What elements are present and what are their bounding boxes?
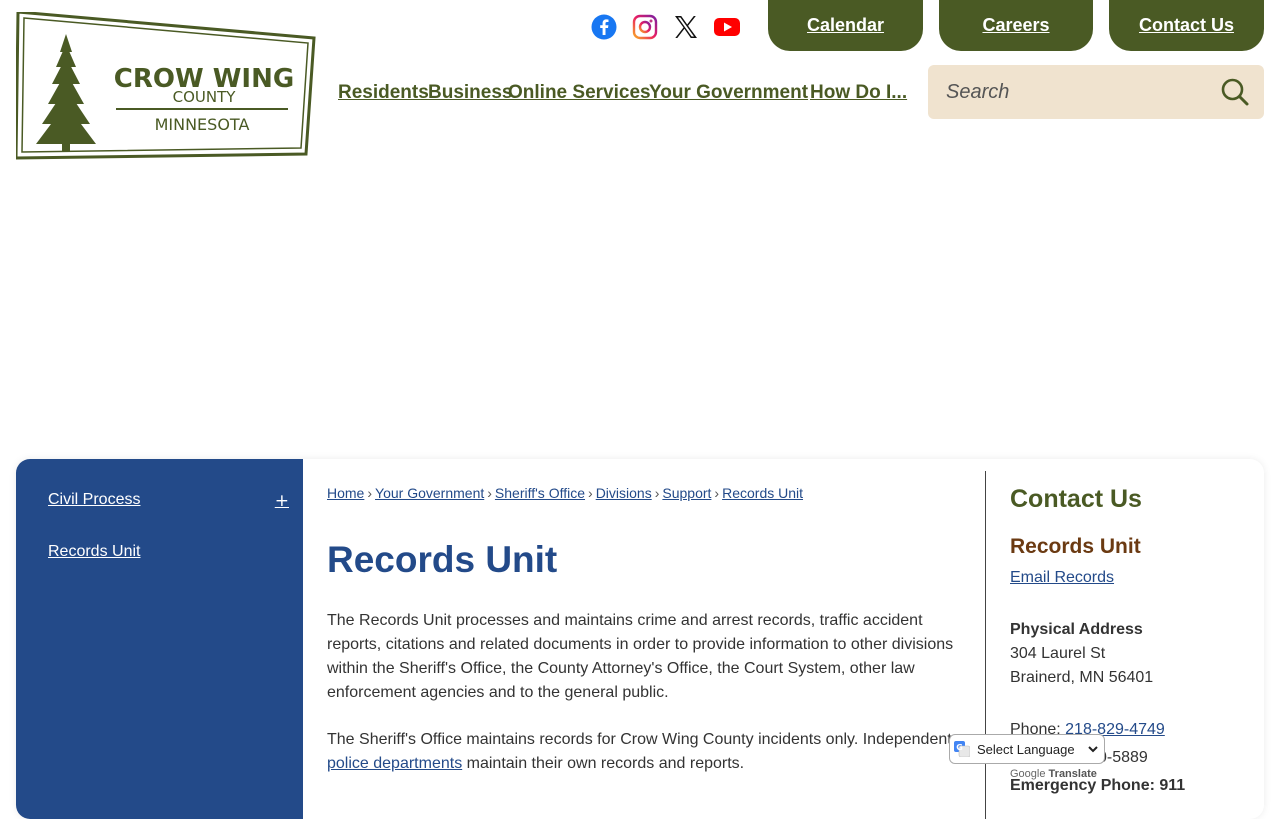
nav-residents[interactable]: Residents <box>338 82 429 104</box>
nav-business[interactable]: Business <box>428 82 512 104</box>
sidebar-item-civil-process[interactable]: Civil Process <box>48 491 140 509</box>
breadcrumb-separator: › <box>654 485 660 501</box>
sidebar-item-records-unit[interactable]: Records Unit <box>48 543 140 561</box>
intro-paragraph: The Records Unit processes and maintains… <box>327 612 954 701</box>
google-translate-icon: G <box>954 741 970 757</box>
address-line1: 304 Laurel St <box>1010 645 1106 662</box>
search-box <box>928 65 1264 119</box>
address-label: Physical Address <box>1010 621 1143 638</box>
county-logo[interactable]: CROW WING COUNTY MINNESOTA <box>14 10 316 162</box>
powered-by-google: Google Translate <box>1010 768 1097 780</box>
fax-line: 0-5889 <box>1098 749 1148 766</box>
language-select[interactable]: Select Language <box>973 740 1101 758</box>
contact-title: Contact Us <box>1010 485 1142 513</box>
translate-wordmark: Translate <box>1048 768 1097 780</box>
x-icon[interactable] <box>671 12 701 42</box>
records-paragraph-text-end: maintain their own records and reports. <box>462 755 745 772</box>
contact-unit-title: Records Unit <box>1010 535 1141 558</box>
search-icon <box>1221 78 1249 106</box>
county-logo-graphic: CROW WING COUNTY MINNESOTA <box>14 10 316 160</box>
translate-widget: G Select Language <box>949 734 1105 764</box>
breadcrumb-your-government[interactable]: Your Government <box>375 485 484 501</box>
nav-your-government[interactable]: Your Government <box>649 82 808 104</box>
site-header: CROW WING COUNTY MINNESOTA Calendar Care… <box>0 0 1280 170</box>
expand-icon[interactable]: + <box>275 491 289 511</box>
facebook-icon[interactable] <box>589 12 619 42</box>
breadcrumb-separator: › <box>367 485 373 501</box>
breadcrumb-separator: › <box>714 485 720 501</box>
breadcrumb-home[interactable]: Home <box>327 485 364 501</box>
nav-online-services[interactable]: Online Services <box>508 82 651 104</box>
records-paragraph-text: The Sheriff's Office maintains records f… <box>327 731 952 748</box>
search-button[interactable] <box>1218 75 1252 109</box>
svg-text:G: G <box>956 743 963 752</box>
police-departments-link[interactable]: police departments <box>327 755 462 772</box>
calendar-button[interactable]: Calendar <box>768 0 923 51</box>
email-line: Email Records <box>1010 569 1114 587</box>
google-wordmark: Google <box>1010 768 1046 780</box>
youtube-icon[interactable] <box>712 12 742 42</box>
page-title: Records Unit <box>327 539 558 580</box>
breadcrumb-separator: › <box>487 485 492 501</box>
breadcrumb-sheriffs-office[interactable]: Sheriff's Office <box>495 485 585 501</box>
breadcrumb: Home › Your Government › Sheriff's Office › Di… <box>327 485 803 501</box>
breadcrumb-divisions[interactable]: Divisions <box>596 485 652 501</box>
instagram-icon[interactable] <box>630 12 660 42</box>
careers-button[interactable]: Careers <box>939 0 1093 51</box>
breadcrumb-records-unit[interactable]: Records Unit <box>722 485 803 501</box>
sidebar: Civil Process + Records Unit <box>16 459 303 819</box>
logo-text-minnesota: MINNESOTA <box>155 115 250 134</box>
contact-us-button[interactable]: Contact Us <box>1109 0 1264 51</box>
search-input[interactable] <box>946 77 1216 107</box>
content-divider <box>985 471 986 819</box>
breadcrumb-separator: › <box>588 485 593 501</box>
logo-text-county: COUNTY <box>173 88 237 106</box>
address-line2: Brainerd, MN 56401 <box>1010 669 1154 686</box>
records-paragraph: The Sheriff's Office maintains records f… <box>327 728 957 776</box>
main-card: Civil Process + Records Unit Home › Your G… <box>16 459 1264 819</box>
breadcrumb-support[interactable]: Support <box>662 485 711 501</box>
email-records-link[interactable]: Email Records <box>1010 569 1114 586</box>
nav-how-do-i[interactable]: How Do I... <box>810 82 907 104</box>
